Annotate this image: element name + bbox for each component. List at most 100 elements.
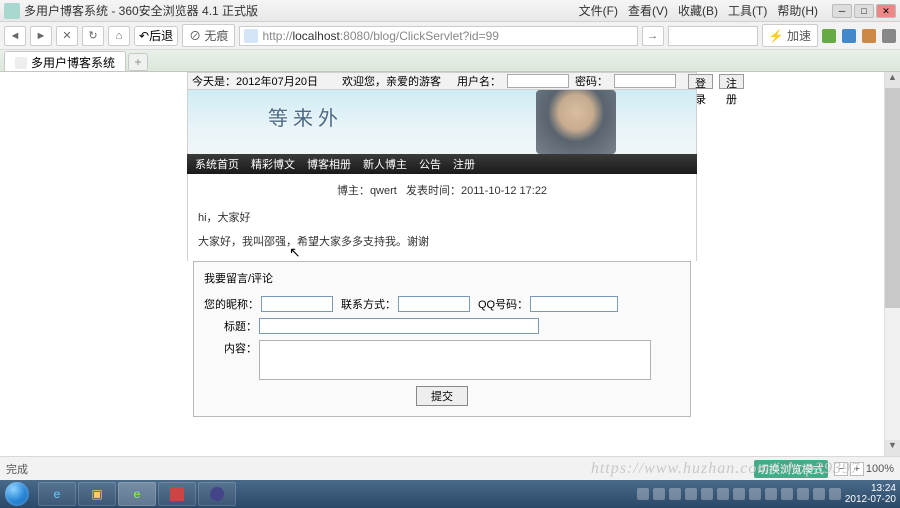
task-explorer[interactable]: ▣	[78, 482, 116, 506]
watermark-text: https://www.huzhan.com/ishop39397	[591, 460, 860, 478]
browser-toolbar: ◄ ► ✕ ↻ ⌂ ↶ 后退 ⊘ 无痕 http://localhost:808…	[0, 22, 900, 50]
page-viewport: 今天是：2012年07月20日 欢迎您，亲爱的游客 用户名： 密码： 登录 注册…	[0, 72, 884, 456]
tray-icon[interactable]	[701, 488, 713, 500]
welcome-label: 欢迎您，亲爱的游客	[342, 73, 441, 89]
ext-icon-4[interactable]	[882, 29, 896, 43]
tray-icon[interactable]	[685, 488, 697, 500]
scroll-thumb[interactable]	[885, 88, 900, 308]
blog-container: 今天是：2012年07月20日 欢迎您，亲爱的游客 用户名： 密码： 登录 注册…	[187, 72, 697, 417]
user-label: 用户名：	[457, 73, 501, 89]
tray-icon[interactable]	[749, 488, 761, 500]
menu-tools[interactable]: 工具(T)	[724, 0, 771, 21]
tray-icon[interactable]	[797, 488, 809, 500]
tray-clock[interactable]: 13:24 2012-07-20	[845, 483, 896, 505]
window-titlebar: 多用户博客系统 - 360安全浏览器 4.1 正式版 文件(F) 查看(V) 收…	[0, 0, 900, 22]
submit-button[interactable]: 提交	[416, 386, 468, 406]
tray-icon[interactable]	[653, 488, 665, 500]
tray-icon[interactable]	[765, 488, 777, 500]
vertical-scrollbar[interactable]: ▲ ▼	[884, 72, 900, 456]
zoom-level: 100%	[866, 463, 894, 475]
contact-label: 联系方式：	[341, 296, 396, 312]
tab-title: 多用户博客系统	[31, 54, 115, 71]
accelerate-button[interactable]: ⚡ 加速	[762, 24, 818, 47]
menu-help[interactable]: 帮助(H)	[773, 0, 822, 21]
tray-icon[interactable]	[813, 488, 825, 500]
banner-photo	[536, 90, 616, 154]
page-icon	[244, 29, 258, 43]
task-app1[interactable]	[158, 482, 196, 506]
ext-icon-1[interactable]	[822, 29, 836, 43]
task-eclipse[interactable]	[198, 482, 236, 506]
login-button[interactable]: 登录	[688, 74, 713, 89]
comment-head: 我要留言/评论	[204, 270, 680, 286]
maximize-button[interactable]: □	[854, 4, 874, 18]
tab-favicon	[15, 57, 27, 69]
start-button[interactable]	[0, 480, 34, 508]
contact-input[interactable]	[398, 296, 470, 312]
address-bar[interactable]: http://localhost:8080/blog/ClickServlet?…	[239, 26, 637, 46]
task-360[interactable]: e	[118, 482, 156, 506]
back-text-button[interactable]: ↶ 后退	[134, 26, 178, 46]
post-body: hi，大家好 大家好，我叫邵强，希望大家多多支持我。谢谢	[187, 206, 697, 261]
tray-icon[interactable]	[733, 488, 745, 500]
scroll-up-button[interactable]: ▲	[885, 72, 900, 88]
content-textarea[interactable]	[259, 340, 651, 380]
username-input[interactable]	[507, 74, 569, 88]
go-button[interactable]: →	[642, 26, 664, 46]
title-input[interactable]	[259, 318, 539, 334]
window-title: 多用户博客系统 - 360安全浏览器 4.1 正式版	[24, 2, 258, 19]
nav-forward-button[interactable]: ►	[30, 26, 52, 46]
url-text: http://localhost:8080/blog/ClickServlet?…	[262, 29, 499, 43]
ext-icon-3[interactable]	[862, 29, 876, 43]
system-tray: 13:24 2012-07-20	[637, 483, 900, 505]
tab-active[interactable]: 多用户博客系统	[4, 51, 126, 71]
nav-home[interactable]: 系统首页	[195, 156, 239, 172]
nav-stop-button[interactable]: ✕	[56, 26, 78, 46]
menu-view[interactable]: 查看(V)	[624, 0, 672, 21]
close-button[interactable]: ✕	[876, 4, 896, 18]
browser-statusbar: 完成 https://www.huzhan.com/ishop39397 切换浏…	[0, 456, 900, 480]
register-button[interactable]: 注册	[719, 74, 744, 89]
comment-form: 我要留言/评论 您的昵称： 联系方式： QQ号码： 标题： 内容： 提交	[193, 261, 691, 417]
nav-back-button[interactable]: ◄	[4, 26, 26, 46]
menu-bar: 文件(F) 查看(V) 收藏(B) 工具(T) 帮助(H) ─ □ ✕	[575, 0, 896, 21]
tray-icon[interactable]	[781, 488, 793, 500]
nick-input[interactable]	[261, 296, 333, 312]
nav-notice[interactable]: 公告	[419, 156, 441, 172]
task-ie[interactable]: e	[38, 482, 76, 506]
nav-album[interactable]: 博客相册	[307, 156, 351, 172]
pass-label: 密码：	[575, 73, 608, 89]
tray-icon[interactable]	[637, 488, 649, 500]
status-done: 完成	[6, 461, 28, 477]
tray-icon[interactable]	[829, 488, 841, 500]
banner-text: 等 来 外	[268, 102, 338, 131]
minimize-button[interactable]: ─	[832, 4, 852, 18]
nav-posts[interactable]: 精彩博文	[251, 156, 295, 172]
scroll-down-button[interactable]: ▼	[885, 440, 900, 456]
window-favicon	[4, 3, 20, 19]
nav-newblogger[interactable]: 新人博主	[363, 156, 407, 172]
content-label: 内容：	[224, 340, 257, 356]
menu-file[interactable]: 文件(F)	[575, 0, 622, 21]
nav-register[interactable]: 注册	[453, 156, 475, 172]
tray-icon[interactable]	[717, 488, 729, 500]
nav-home-button[interactable]: ⌂	[108, 26, 130, 46]
qq-input[interactable]	[530, 296, 618, 312]
tray-icon[interactable]	[669, 488, 681, 500]
title-label: 标题：	[224, 318, 257, 334]
blog-topbar: 今天是：2012年07月20日 欢迎您，亲爱的游客 用户名： 密码： 登录 注册	[187, 72, 697, 90]
date-label: 今天是：2012年07月20日	[192, 73, 318, 89]
post-text: 大家好，我叫邵强，希望大家多多支持我。谢谢	[198, 234, 686, 252]
tab-strip: 多用户博客系统 +	[0, 50, 900, 72]
blog-nav: 系统首页 精彩博文 博客相册 新人博主 公告 注册	[187, 154, 697, 174]
search-input[interactable]	[668, 26, 758, 46]
nav-reload-button[interactable]: ↻	[82, 26, 104, 46]
menu-fav[interactable]: 收藏(B)	[674, 0, 722, 21]
qq-label: QQ号码：	[478, 296, 528, 312]
windows-taskbar: e ▣ e 13:24 2012-07-20	[0, 480, 900, 508]
incognito-button[interactable]: ⊘ 无痕	[182, 24, 235, 47]
extension-icons	[822, 29, 896, 43]
ext-icon-2[interactable]	[842, 29, 856, 43]
new-tab-button[interactable]: +	[128, 53, 148, 71]
password-input[interactable]	[614, 74, 676, 88]
